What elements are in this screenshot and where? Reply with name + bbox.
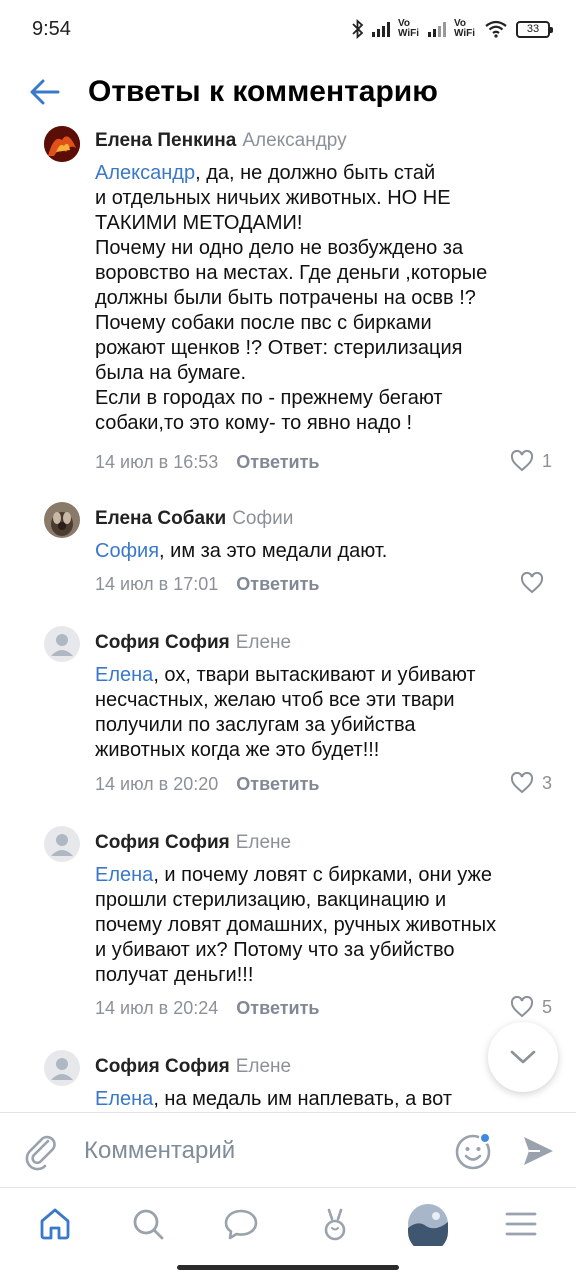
chevron-down-icon xyxy=(510,1050,536,1064)
comment-text: Александр, да, не должно быть стай и отд… xyxy=(95,161,535,436)
heart-icon xyxy=(510,772,534,794)
comment-body: , на медаль им наплевать, а вот xyxy=(153,1088,452,1110)
like-button[interactable] xyxy=(520,572,552,594)
bluetooth-icon xyxy=(352,19,364,39)
app-header: Ответы к комментарию xyxy=(0,58,576,126)
reply-to-name[interactable]: Софии xyxy=(232,508,293,529)
comment-meta: 14 июл в 16:53 Ответить xyxy=(95,452,319,473)
comment-text: София, им за это медали дают. xyxy=(95,539,535,564)
tab-clips[interactable] xyxy=(305,1194,365,1254)
clips-icon xyxy=(324,1208,345,1241)
comment-date: 14 июл в 17:01 xyxy=(95,574,219,594)
smiley-icon xyxy=(455,1132,491,1170)
like-button[interactable]: 1 xyxy=(510,450,552,472)
like-button[interactable]: 5 xyxy=(510,996,552,1018)
bottom-tab-bar xyxy=(0,1189,576,1259)
emoji-button[interactable] xyxy=(454,1131,494,1171)
comment-header: Елена Пенкина Александру xyxy=(95,130,347,152)
avatar[interactable] xyxy=(44,826,80,862)
send-button[interactable] xyxy=(520,1133,556,1169)
comments-feed[interactable]: Елена Пенкина Александру Александр, да, н… xyxy=(0,126,576,1112)
reply-button[interactable]: Ответить xyxy=(236,774,319,795)
comment-author[interactable]: Елена Собаки xyxy=(95,508,226,529)
comment-date: 14 июл в 20:20 xyxy=(95,774,219,794)
send-icon xyxy=(524,1137,553,1165)
back-button[interactable] xyxy=(0,58,90,126)
avatar[interactable] xyxy=(44,1050,80,1086)
reply-to-name[interactable]: Елене xyxy=(236,632,291,653)
comment-meta: 14 июл в 17:01 Ответить xyxy=(95,574,319,595)
comment-header: София София Елене xyxy=(95,632,291,654)
tab-messages[interactable] xyxy=(211,1194,271,1254)
comment-text: Елена, и почему ловят с бирками, они уже… xyxy=(95,863,535,988)
reply-to-name[interactable]: Елене xyxy=(236,1056,291,1077)
comment-author[interactable]: София София xyxy=(95,832,230,853)
comment-meta: 14 июл в 20:24 Ответить xyxy=(95,998,319,1019)
like-count: 5 xyxy=(541,996,552,1017)
comment-body: , и почему ловят с бирками, они уже прош… xyxy=(95,864,497,986)
comment-author[interactable]: София София xyxy=(95,1056,230,1077)
comment-body: , им за это медали дают. xyxy=(159,540,388,562)
comment-author[interactable]: София София xyxy=(95,632,230,653)
reply-to-name[interactable]: Елене xyxy=(236,832,291,853)
reply-button[interactable]: Ответить xyxy=(236,998,319,1019)
arrow-left-icon xyxy=(30,79,60,105)
tab-search[interactable] xyxy=(118,1194,178,1254)
vowifi-label: Vo WiFi xyxy=(454,18,476,39)
signal-bars-icon xyxy=(372,21,390,37)
like-button[interactable]: 3 xyxy=(510,772,552,794)
vowifi-label: Vo WiFi xyxy=(398,18,420,39)
comment-date: 14 июл в 20:24 xyxy=(95,998,219,1018)
avatar[interactable] xyxy=(44,126,80,162)
menu-icon xyxy=(505,1212,537,1236)
comment-header: Елена Собаки Софии xyxy=(95,508,293,530)
comment-composer xyxy=(0,1112,576,1188)
profile-avatar xyxy=(407,1204,448,1246)
tab-profile[interactable] xyxy=(398,1194,458,1254)
reply-button[interactable]: Ответить xyxy=(236,452,319,473)
wifi-icon xyxy=(485,20,507,38)
heart-icon xyxy=(510,996,534,1018)
search-icon xyxy=(133,1209,164,1240)
comment-text: Елена, ох, твари вытаскивают и убивают н… xyxy=(95,663,535,763)
mention-link[interactable]: Елена xyxy=(95,1088,153,1110)
battery-level: 33 xyxy=(526,23,540,35)
paperclip-icon xyxy=(25,1135,56,1171)
status-time: 9:54 xyxy=(32,17,71,40)
scroll-down-button[interactable] xyxy=(488,1022,558,1092)
mention-link[interactable]: Александр xyxy=(95,162,195,184)
status-bar: 9:54 Vo WiFi Vo WiFi 33 xyxy=(0,0,576,58)
comment-date: 14 июл в 16:53 xyxy=(95,452,219,472)
home-indicator[interactable] xyxy=(177,1265,399,1270)
home-icon xyxy=(40,1208,70,1240)
comment-author[interactable]: Елена Пенкина xyxy=(95,130,236,151)
heart-icon xyxy=(520,572,544,594)
battery-icon: 33 xyxy=(516,20,553,38)
comment-input[interactable] xyxy=(84,1131,424,1171)
reply-to-name[interactable]: Александру xyxy=(242,130,346,151)
heart-icon xyxy=(510,450,534,472)
avatar[interactable] xyxy=(44,502,80,538)
tab-home[interactable] xyxy=(25,1194,85,1254)
tab-menu[interactable] xyxy=(491,1194,551,1254)
mention-link[interactable]: Елена xyxy=(95,864,153,886)
comment-header: София София Елене xyxy=(95,832,291,854)
mention-link[interactable]: София xyxy=(95,540,159,562)
avatar[interactable] xyxy=(44,626,80,662)
comment-header: София София Елене xyxy=(95,1056,291,1078)
messages-icon xyxy=(225,1209,258,1240)
comment-meta: 14 июл в 20:20 Ответить xyxy=(95,774,319,795)
like-count: 3 xyxy=(541,772,552,793)
comment-body: , да, не должно быть стай и отдельных ни… xyxy=(95,162,488,434)
page-title: Ответы к комментарию xyxy=(88,75,438,108)
mention-link[interactable]: Елена xyxy=(95,664,153,686)
comment-body: , ох, твари вытаскивают и убивают несчас… xyxy=(95,664,476,761)
attach-button[interactable] xyxy=(22,1131,62,1171)
signal-bars-icon xyxy=(428,21,446,37)
like-count: 1 xyxy=(541,450,552,471)
status-icons: Vo WiFi Vo WiFi 33 xyxy=(352,18,553,39)
comment-text: Елена, на медаль им наплевать, а вот xyxy=(95,1087,535,1112)
reply-button[interactable]: Ответить xyxy=(236,574,319,595)
